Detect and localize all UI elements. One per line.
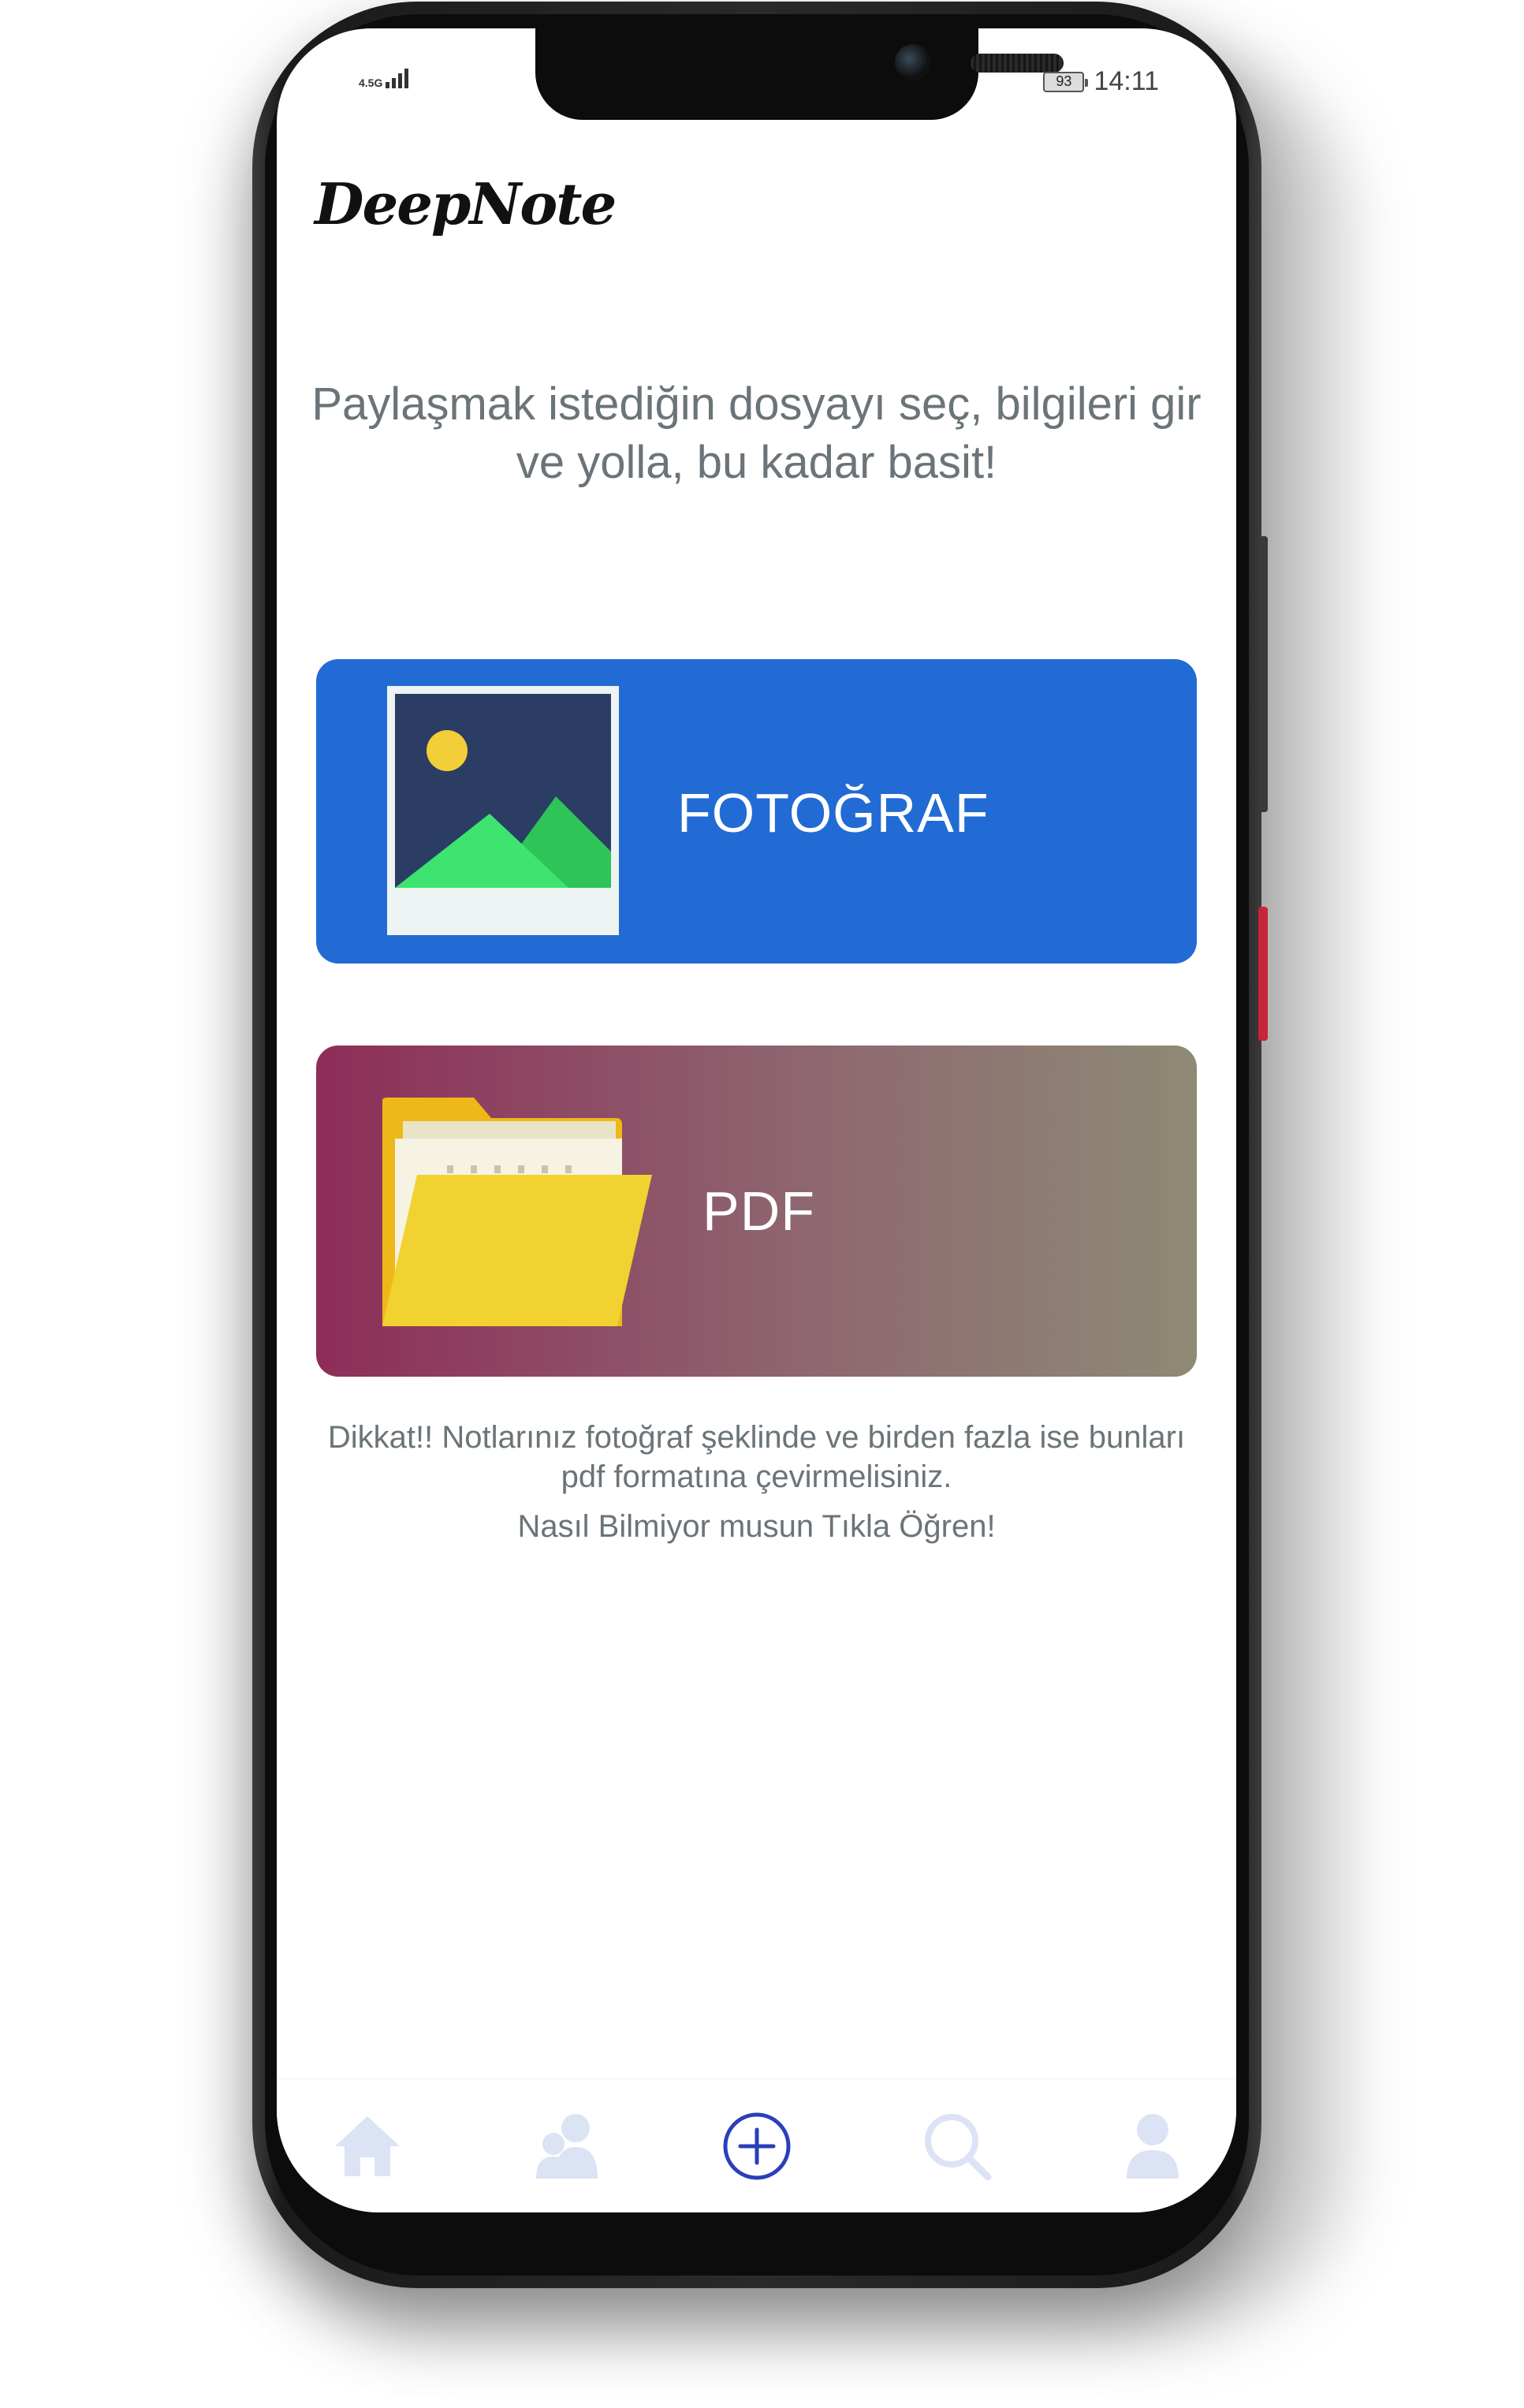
image-icon <box>387 686 619 935</box>
battery-level: 93 <box>1056 73 1072 89</box>
power-button <box>1258 907 1268 1041</box>
notch <box>535 28 1064 120</box>
add-icon <box>723 2112 791 2180</box>
intro-text: Paylaşmak istediğin dosyayı seç, bilgile… <box>311 378 1202 488</box>
clock: 14:11 <box>1094 66 1159 96</box>
tab-home[interactable] <box>332 2111 403 2182</box>
battery-icon: 93 <box>1043 71 1089 92</box>
bottom-tab-bar <box>277 2078 1236 2212</box>
pdf-upload-button[interactable]: PDF <box>316 1046 1197 1377</box>
learn-link[interactable]: Nasıl Bilmiyor musun Tıkla Öğren! <box>324 1509 1189 1545</box>
photo-label: FOTOĞRAF <box>677 782 989 844</box>
search-icon <box>925 2114 992 2181</box>
warning-text: Dikkat!! Notlarınız fotoğraf şeklinde ve… <box>327 1420 1186 1494</box>
group-icon <box>536 2114 598 2179</box>
status-right: 93 14:11 <box>1043 66 1159 97</box>
tab-add[interactable] <box>721 2111 792 2182</box>
app-screen: 4.5G 93 14:11 DeepNote Paylaşmak istediğ… <box>277 28 1236 2212</box>
signal-icon <box>386 68 409 88</box>
tab-profile[interactable] <box>1117 2111 1188 2182</box>
profile-icon <box>1127 2114 1179 2179</box>
tab-groups[interactable] <box>532 2111 603 2182</box>
app-logo: DeepNote <box>315 170 617 237</box>
home-icon <box>335 2116 400 2176</box>
folder-icon <box>382 1098 652 1326</box>
photo-upload-button[interactable]: FOTOĞRAF <box>316 659 1197 964</box>
front-camera <box>895 44 931 80</box>
network-type: 4.5G <box>359 76 383 89</box>
signal-status: 4.5G <box>359 68 409 89</box>
volume-button <box>1258 536 1268 812</box>
tab-search[interactable] <box>922 2111 993 2182</box>
pdf-label: PDF <box>702 1180 815 1242</box>
